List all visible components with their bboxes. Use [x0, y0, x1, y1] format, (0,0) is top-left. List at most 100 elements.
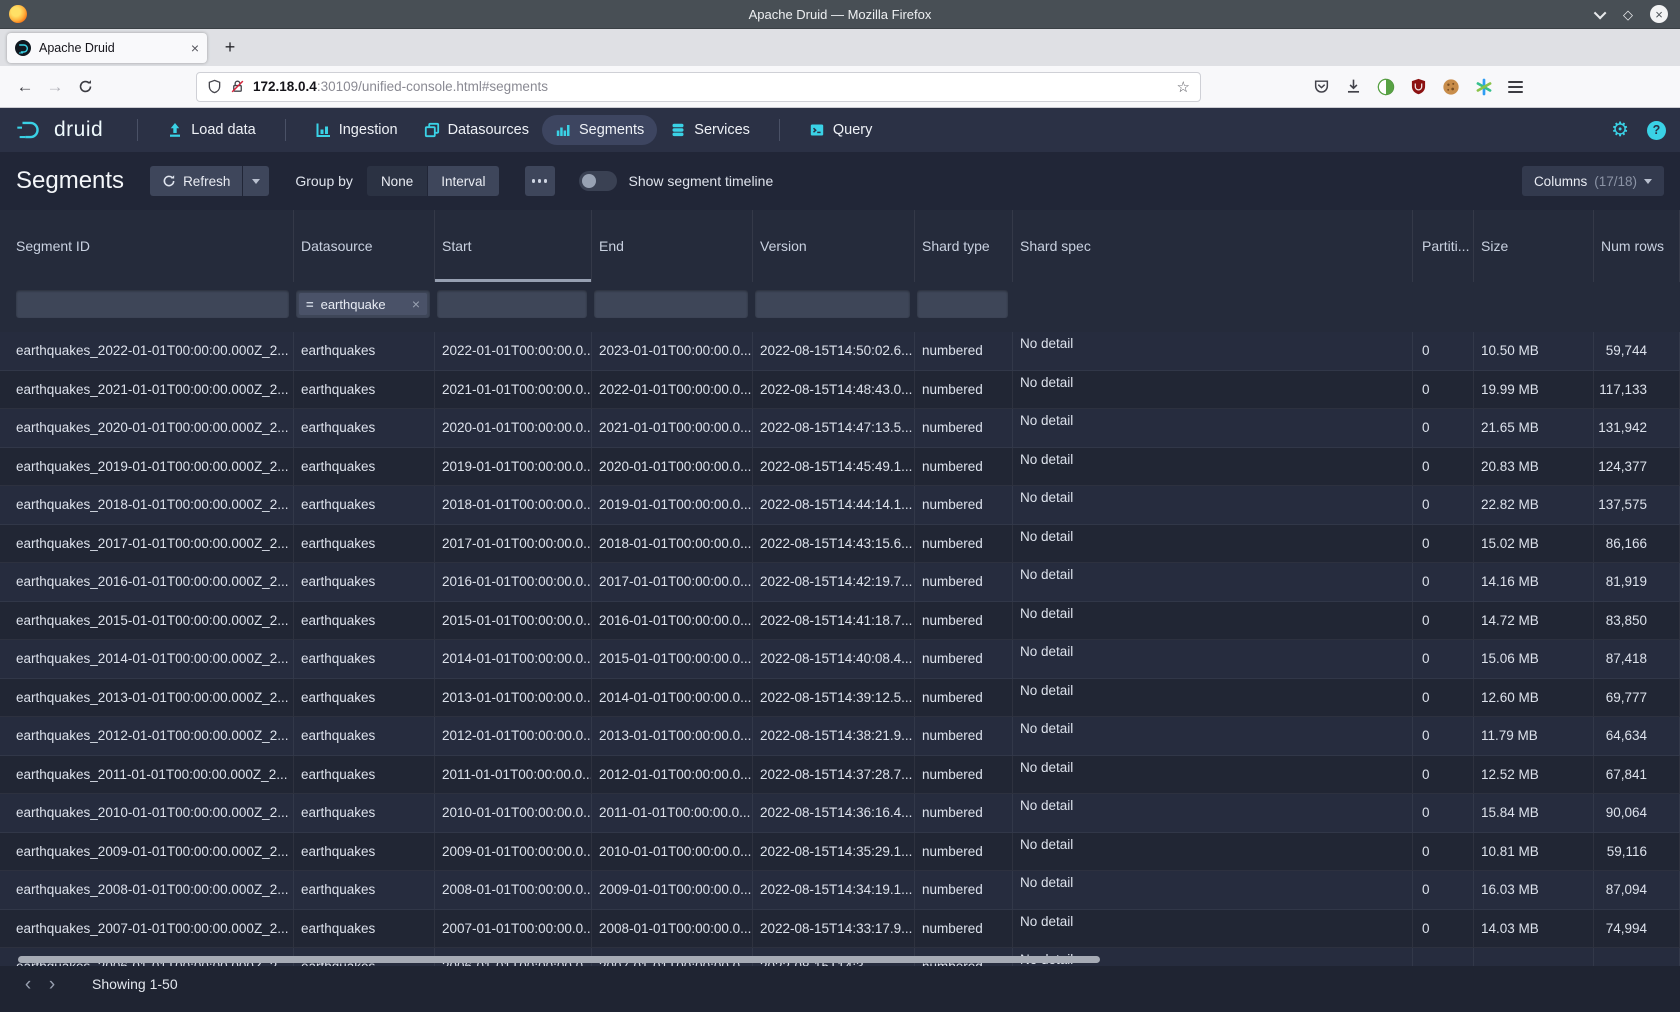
bookmark-star-icon[interactable]: ☆	[1177, 78, 1190, 96]
column-header-end[interactable]: End	[592, 210, 753, 282]
url-bar[interactable]: 172.18.0.4:30109/unified-console.html#se…	[196, 72, 1201, 102]
refresh-options-button[interactable]	[243, 166, 269, 196]
table-row[interactable]: earthquakes_2018-01-01T00:00:00.000Z_2..…	[0, 486, 1680, 525]
more-options-button[interactable]	[525, 166, 555, 196]
column-header-partition[interactable]: Partiti...	[1413, 210, 1474, 282]
window-close-icon[interactable]: ×	[1650, 5, 1668, 23]
cookie-icon[interactable]	[1442, 78, 1460, 96]
horizontal-scrollbar[interactable]	[18, 956, 1100, 963]
segment-timeline-toggle[interactable]	[579, 171, 617, 191]
cell-num-rows: 137,575	[1594, 486, 1680, 525]
prev-page-button[interactable]: ‹	[16, 973, 40, 997]
help-icon[interactable]: ?	[1647, 121, 1666, 140]
cell-shard-type: numbered	[915, 602, 1013, 641]
sort-indicator	[435, 279, 591, 282]
table-row[interactable]: earthquakes_2014-01-01T00:00:00.000Z_2..…	[0, 640, 1680, 679]
column-header-num-rows[interactable]: Num rows	[1594, 210, 1680, 282]
cell-datasource: earthquakes	[294, 717, 435, 756]
tab-title: Apache Druid	[39, 41, 183, 55]
cell-segment-id: earthquakes_2020-01-01T00:00:00.000Z_2..…	[0, 409, 294, 448]
group-by-interval-button[interactable]: Interval	[428, 166, 498, 196]
filter-input-version[interactable]	[755, 290, 910, 318]
nav-item-segments[interactable]: Segments	[542, 115, 657, 145]
filter-input-end[interactable]	[594, 290, 748, 318]
filter-input-start[interactable]	[437, 290, 587, 318]
refresh-button[interactable]: Refresh	[150, 166, 242, 196]
druid-favicon	[15, 40, 31, 56]
cell-datasource: earthquakes	[294, 602, 435, 641]
reload-button[interactable]	[70, 72, 100, 102]
cell-end: 2015-01-01T00:00:00.0...	[592, 640, 753, 679]
download-icon[interactable]	[1345, 78, 1362, 95]
column-header-size[interactable]: Size	[1474, 210, 1594, 282]
nav-item-query[interactable]: Query	[796, 115, 886, 145]
cell-shard-type: numbered	[915, 679, 1013, 718]
new-tab-button[interactable]: +	[217, 35, 243, 61]
window-maximize-icon[interactable]: ◇	[1623, 8, 1633, 21]
table-row[interactable]: earthquakes_2008-01-01T00:00:00.000Z_2..…	[0, 871, 1680, 910]
column-header-shard-spec[interactable]: Shard spec	[1013, 210, 1413, 282]
nav-item-ingestion[interactable]: Ingestion	[302, 115, 411, 145]
shield-icon[interactable]	[207, 79, 222, 94]
table-row[interactable]: earthquakes_2015-01-01T00:00:00.000Z_2..…	[0, 602, 1680, 641]
table-row[interactable]: earthquakes_2010-01-01T00:00:00.000Z_2..…	[0, 794, 1680, 833]
columns-button[interactable]: Columns (17/18)	[1522, 166, 1664, 196]
column-header-start[interactable]: Start	[435, 210, 592, 282]
tab-close-icon[interactable]: ×	[191, 41, 199, 55]
druid-brand-text: druid	[54, 118, 103, 142]
hamburger-menu-icon[interactable]	[1508, 81, 1523, 93]
table-row[interactable]: earthquakes_2013-01-01T00:00:00.000Z_2..…	[0, 679, 1680, 718]
lock-insecure-icon[interactable]	[230, 79, 245, 94]
column-header-version[interactable]: Version	[753, 210, 915, 282]
table-row[interactable]: earthquakes_2021-01-01T00:00:00.000Z_2..…	[0, 371, 1680, 410]
cell-num-rows: 87,418	[1594, 640, 1680, 679]
cell-size: 12.52 MB	[1474, 756, 1594, 795]
cell-shard-spec: No detail	[1013, 833, 1413, 872]
nav-item-load-data[interactable]: Load data	[154, 115, 269, 145]
table-row[interactable]: earthquakes_2019-01-01T00:00:00.000Z_2..…	[0, 448, 1680, 487]
browser-tab[interactable]: Apache Druid ×	[7, 33, 207, 63]
table-row[interactable]: earthquakes_2007-01-01T00:00:00.000Z_2..…	[0, 910, 1680, 949]
cell-start: 2015-01-01T00:00:00.0...	[435, 602, 592, 641]
load-data-icon	[167, 122, 183, 138]
nav-item-services[interactable]: Services	[657, 115, 763, 145]
column-header-shard-type[interactable]: Shard type	[915, 210, 1013, 282]
filter-input-shard-type[interactable]	[917, 290, 1008, 318]
table-row[interactable]: earthquakes_2016-01-01T00:00:00.000Z_2..…	[0, 563, 1680, 602]
table-row[interactable]: earthquakes_2022-01-01T00:00:00.000Z_2..…	[0, 332, 1680, 371]
column-header-datasource[interactable]: Datasource	[294, 210, 435, 282]
extension-asterisk-icon[interactable]	[1475, 78, 1493, 96]
cell-num-rows: 59,744	[1594, 332, 1680, 371]
column-header-segment-id[interactable]: Segment ID	[0, 210, 294, 282]
druid-logo[interactable]: druid	[14, 118, 103, 142]
ublock-icon[interactable]	[1410, 78, 1427, 95]
table-row[interactable]: earthquakes_2012-01-01T00:00:00.000Z_2..…	[0, 717, 1680, 756]
group-by-none-button[interactable]: None	[367, 166, 427, 196]
cell-end: 2022-01-01T00:00:00.0...	[592, 371, 753, 410]
cell-datasource: earthquakes	[294, 756, 435, 795]
table-row[interactable]: earthquakes_2017-01-01T00:00:00.000Z_2..…	[0, 525, 1680, 564]
settings-gear-icon[interactable]: ⚙	[1611, 120, 1629, 140]
cell-partition: 0	[1413, 910, 1474, 949]
filter-input-datasource[interactable]: = earthquake ×	[296, 290, 430, 318]
cell-segment-id: earthquakes_2021-01-01T00:00:00.000Z_2..…	[0, 371, 294, 410]
cell-size: 21.65 MB	[1474, 409, 1594, 448]
nav-item-datasources[interactable]: Datasources	[411, 115, 542, 145]
table-row[interactable]: earthquakes_2009-01-01T00:00:00.000Z_2..…	[0, 833, 1680, 872]
cell-partition: 0	[1413, 371, 1474, 410]
cell-shard-spec: No detail	[1013, 679, 1413, 718]
table-row[interactable]: earthquakes_2011-01-01T00:00:00.000Z_2..…	[0, 756, 1680, 795]
forward-button[interactable]: →	[40, 72, 70, 102]
next-page-button[interactable]: ›	[40, 973, 64, 997]
cell-shard-spec: No detail	[1013, 717, 1413, 756]
cell-version: 2022-08-15T14:42:19.7...	[753, 563, 915, 602]
tag-remove-icon[interactable]: ×	[412, 297, 420, 311]
table-row[interactable]: earthquakes_2020-01-01T00:00:00.000Z_2..…	[0, 409, 1680, 448]
cell-shard-type: numbered	[915, 910, 1013, 949]
datasources-icon	[424, 122, 440, 138]
filter-input-segment-id[interactable]	[16, 290, 289, 318]
privacy-badger-icon[interactable]	[1377, 78, 1395, 96]
pocket-icon[interactable]	[1313, 78, 1330, 95]
cell-partition: 0	[1413, 486, 1474, 525]
back-button[interactable]: ←	[10, 72, 40, 102]
